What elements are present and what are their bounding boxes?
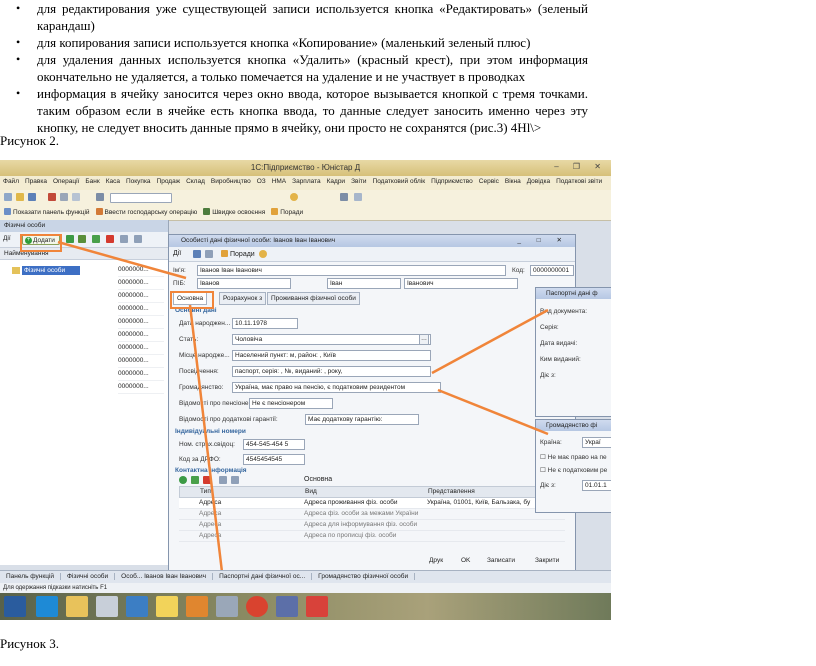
bullet-item: • для редактирования уже существующей зап…: [16, 1, 588, 33]
skype-icon[interactable]: [36, 596, 58, 617]
arrow-tab-to-taskbar: [188, 304, 224, 573]
app-icon[interactable]: [126, 596, 148, 617]
arrow-citizen-to-window: [437, 388, 549, 436]
figure-caption-2: Рисунок 2.: [0, 133, 60, 148]
tab-citizenship[interactable]: Громадянство фізичної особи: [312, 573, 416, 580]
window-tabs: Панель функцій Фізичні особи Особ... Івано…: [0, 570, 611, 584]
screenshot-figure: 1С:Підприємство - Юністар Д – ❐ ✕ Файл Пр…: [0, 160, 611, 620]
windows-taskbar: [0, 593, 611, 620]
tools-icon[interactable]: [216, 596, 238, 617]
status-bar: Для одержання підказки натисніть F1: [0, 583, 611, 593]
outlook-icon[interactable]: [156, 596, 178, 617]
tab-person[interactable]: Особ... Іванов Іван Іванович: [115, 573, 214, 580]
explorer-icon[interactable]: [66, 596, 88, 617]
figure-caption-3: Рисунок 3.: [0, 636, 60, 651]
tab-functions-panel[interactable]: Панель функцій: [0, 573, 62, 580]
onec-icon[interactable]: [186, 596, 208, 617]
bullet-item: • информация в ячейку заносится через окн…: [16, 86, 588, 135]
bullet-list: • для редактирования уже существующей зап…: [0, 0, 816, 136]
annotation-arrows: [57, 240, 549, 573]
chrome-icon[interactable]: [246, 596, 268, 617]
bullet-item: • для удаления данных используется кнопка…: [16, 52, 588, 84]
media-icon[interactable]: [276, 596, 298, 617]
bullet-item: • для копирования записи используется кно…: [16, 35, 531, 50]
notepad-icon[interactable]: [96, 596, 118, 617]
arrow-add-to-window: [57, 240, 187, 280]
arrow-id-to-passport: [431, 308, 549, 375]
tab-passport[interactable]: Паспортні дані фізичної ос...: [213, 573, 313, 580]
tab-individuals[interactable]: Фізичні особи: [61, 573, 116, 580]
onec-active-icon[interactable]: [306, 596, 328, 617]
start-icon[interactable]: [4, 596, 26, 617]
